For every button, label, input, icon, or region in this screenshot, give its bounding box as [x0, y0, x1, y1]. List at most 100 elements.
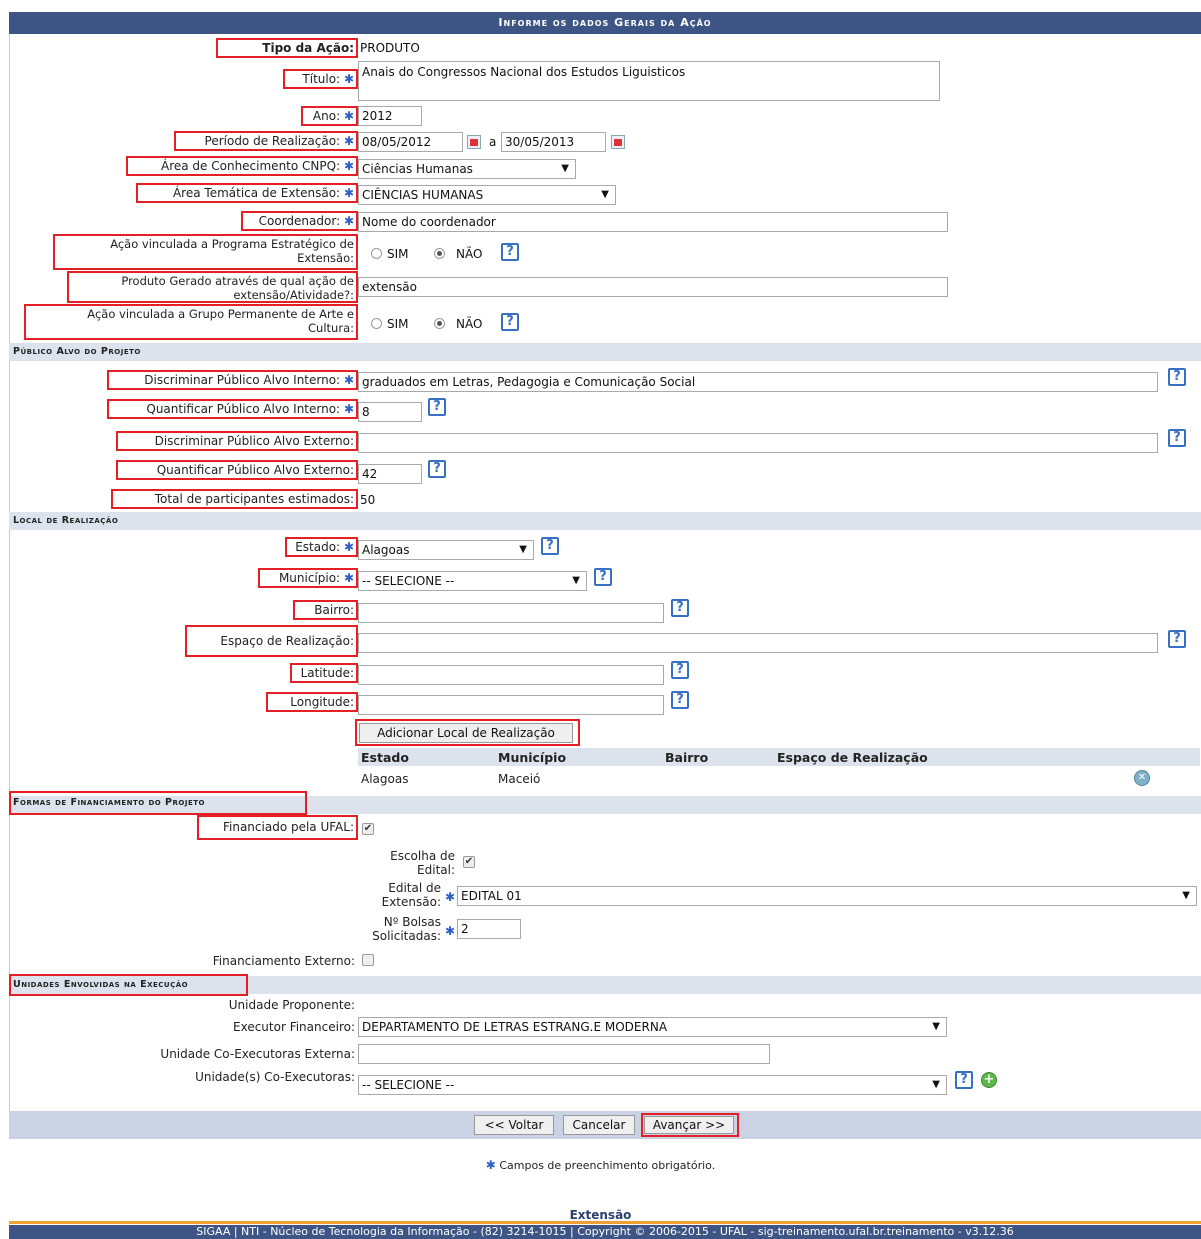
estado-label: Estado: ✱: [285, 537, 358, 557]
required-star-icon: ✱: [343, 134, 354, 148]
financiamento-externo-label: Financiamento Externo:: [212, 954, 355, 968]
avancar-button[interactable]: Avançar >>: [644, 1116, 734, 1134]
municipio-select[interactable]: -- SELECIONE -- ▼: [358, 571, 587, 591]
table-cell-municipio: Maceió: [498, 772, 541, 786]
bolsas-input[interactable]: 2: [457, 919, 521, 939]
required-star-icon: ✱: [343, 571, 354, 585]
add-icon[interactable]: +: [981, 1072, 997, 1088]
trash-icon[interactable]: ✕: [1134, 770, 1150, 786]
help-icon[interactable]: ?: [1168, 630, 1186, 648]
help-icon[interactable]: ?: [428, 398, 446, 416]
area-cnpq-select[interactable]: Ciências Humanas ▼: [358, 159, 576, 179]
espaco-input[interactable]: [358, 633, 1158, 653]
estado-select[interactable]: Alagoas ▼: [358, 540, 534, 560]
disc-interno-input[interactable]: graduados em Letras, Pedagogia e Comunic…: [358, 372, 1158, 392]
coexecutoras-label: Unidade(s) Co-Executoras:: [195, 1070, 355, 1084]
required-star-icon: ✱: [485, 1158, 496, 1172]
executor-financeiro-label: Executor Financeiro:: [233, 1020, 355, 1034]
produto-gerado-input[interactable]: extensão: [358, 277, 948, 297]
required-star-icon: ✱: [343, 72, 354, 86]
avancar-highlight: Avançar >>: [641, 1113, 739, 1137]
disc-externo-label: Discriminar Público Alvo Externo:: [116, 431, 358, 451]
add-local-button[interactable]: Adicionar Local de Realização: [359, 723, 573, 743]
chevron-down-icon: ▼: [1182, 890, 1190, 901]
quant-interno-input[interactable]: 8: [358, 402, 422, 422]
produto-gerado-label: Produto Gerado através de qual ação de ex…: [67, 271, 358, 303]
programa-sim-label: SIM: [387, 247, 409, 261]
unidades-section-title: Unidades Envolvidas na Execução: [9, 974, 248, 996]
titulo-textarea[interactable]: Anais do Congressos Nacional dos Estudos…: [358, 61, 940, 101]
unidade-proponente-label: Unidade Proponente:: [228, 998, 355, 1012]
calendar-icon[interactable]: [467, 135, 481, 149]
municipio-label: Município: ✱: [258, 568, 358, 588]
periodo-label: Período de Realização: ✱: [174, 131, 358, 151]
required-star-icon: ✱: [343, 402, 354, 416]
footer-stripe: [9, 1221, 1201, 1224]
quant-externo-label: Quantificar Público Alvo Externo:: [116, 460, 358, 480]
help-icon[interactable]: ?: [501, 313, 519, 331]
coordenador-input[interactable]: Nome do coordenador: [358, 212, 948, 232]
programa-nao-label: NÃO: [456, 247, 483, 261]
coexecutoras-select[interactable]: -- SELECIONE -- ▼: [358, 1075, 947, 1095]
chevron-down-icon: ▼: [519, 544, 527, 555]
help-icon[interactable]: ?: [671, 599, 689, 617]
help-icon[interactable]: ?: [501, 243, 519, 261]
coordenador-label: Coordenador: ✱: [241, 211, 358, 231]
help-icon[interactable]: ?: [955, 1071, 973, 1089]
table-cell-estado: Alagoas: [361, 772, 409, 786]
chevron-down-icon: ▼: [932, 1079, 940, 1090]
voltar-button[interactable]: << Voltar: [474, 1115, 554, 1135]
area-cnpq-label: Área de Conhecimento CNPQ: ✱: [126, 156, 358, 176]
table-header-espaco: Espaço de Realização: [777, 750, 928, 765]
coexecutoras-externa-input[interactable]: [358, 1044, 770, 1064]
programa-estrategico-label: Ação vinculada a Programa Estratégico de…: [53, 234, 358, 270]
table-header-municipio: Município: [498, 750, 567, 765]
help-icon[interactable]: ?: [541, 537, 559, 555]
periodo-separator: a: [489, 135, 497, 149]
ano-input[interactable]: 2012: [358, 106, 422, 126]
footer-bar: SIGAA | NTI - Núcleo de Tecnologia da In…: [9, 1225, 1201, 1239]
espaco-label: Espaço de Realização:: [185, 625, 358, 657]
periodo-fim-input[interactable]: 30/05/2013: [501, 132, 606, 152]
help-icon[interactable]: ?: [671, 691, 689, 709]
financiado-ufal-checkbox[interactable]: ✔: [362, 823, 374, 835]
required-star-icon: ✱: [343, 214, 354, 228]
quant-externo-input[interactable]: 42: [358, 464, 422, 484]
disc-externo-input[interactable]: [358, 433, 1158, 453]
grupo-nao-radio[interactable]: [434, 318, 445, 329]
grupo-sim-label: SIM: [387, 317, 409, 331]
longitude-input[interactable]: [358, 695, 664, 715]
periodo-inicio-input[interactable]: 08/05/2012: [358, 132, 463, 152]
escolha-edital-checkbox[interactable]: ✔: [463, 856, 475, 868]
area-tematica-label: Área Temática de Extensão: ✱: [136, 183, 358, 203]
cancelar-button[interactable]: Cancelar: [563, 1115, 635, 1135]
disc-interno-label: Discriminar Público Alvo Interno: ✱: [107, 370, 358, 390]
titulo-label: Título: ✱: [283, 69, 358, 89]
chevron-down-icon: ▼: [561, 163, 569, 174]
table-header-estado: Estado: [361, 750, 409, 765]
latitude-input[interactable]: [358, 665, 664, 685]
section-publico-alvo: Público Alvo do Projeto: [9, 343, 1201, 361]
help-icon[interactable]: ?: [1168, 368, 1186, 386]
latitude-label: Latitude:: [290, 663, 358, 683]
financiamento-externo-checkbox[interactable]: [362, 954, 374, 966]
required-star-icon: ✱: [445, 924, 456, 938]
help-icon[interactable]: ?: [594, 568, 612, 586]
programa-nao-radio[interactable]: [434, 248, 445, 259]
help-icon[interactable]: ?: [1168, 429, 1186, 447]
edital-select[interactable]: EDITAL 01 ▼: [457, 886, 1197, 906]
calendar-icon[interactable]: [611, 135, 625, 149]
area-tematica-select[interactable]: CIÊNCIAS HUMANAS ▼: [358, 185, 616, 205]
required-star-icon: ✱: [445, 890, 456, 904]
programa-sim-radio[interactable]: [371, 248, 382, 259]
help-icon[interactable]: ?: [671, 661, 689, 679]
grupo-nao-label: NÃO: [456, 317, 483, 331]
bairro-label: Bairro:: [293, 600, 358, 620]
executor-financeiro-select[interactable]: DEPARTAMENTO DE LETRAS ESTRANG.E MODERNA…: [358, 1017, 947, 1037]
help-icon[interactable]: ?: [428, 460, 446, 478]
financiamento-section-title: Formas de Financiamento do Projeto: [9, 791, 307, 815]
total-participantes-value: 50: [360, 493, 376, 507]
bairro-input[interactable]: [358, 603, 664, 623]
ano-label: Ano: ✱: [301, 106, 358, 126]
grupo-sim-radio[interactable]: [371, 318, 382, 329]
